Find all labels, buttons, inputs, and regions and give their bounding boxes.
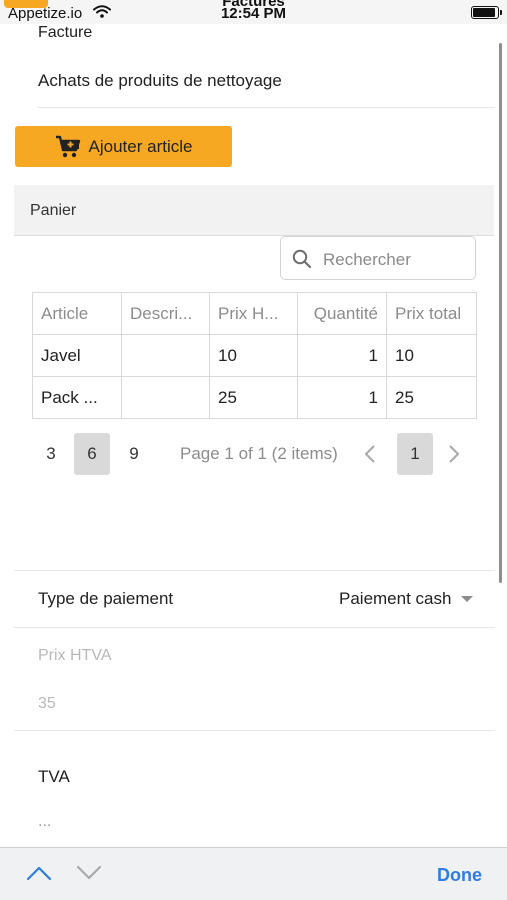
divider [14,730,495,731]
page-size-9[interactable]: 9 [116,433,152,475]
column-header-prix-total[interactable]: Prix total [386,292,477,335]
clock: 12:54 PM [220,5,287,22]
facture-label: Facture [38,24,93,41]
cart-table: Article Descri... Prix H... Quantité Pri… [32,292,477,419]
chevron-right-icon [449,445,460,463]
divider [38,107,495,108]
column-header-article[interactable]: Article [32,292,122,335]
battery-icon [471,6,502,19]
column-header-prix-htva[interactable]: Prix H... [209,292,298,335]
current-page-button[interactable]: 1 [397,433,433,475]
divider [14,570,495,571]
search-input[interactable]: Rechercher [280,236,476,280]
column-header-quantite[interactable]: Quantité [297,292,387,335]
cell-prix-total: 25 [386,376,477,419]
payment-type-label: Type de paiement [38,589,174,608]
search-icon [292,249,312,269]
table-header-row: Article Descri... Prix H... Quantité Pri… [32,292,477,335]
prix-htva-label: Prix HTVA [38,647,112,664]
tva-label: TVA [38,767,70,786]
divider [14,627,495,628]
cell-prix-total: 10 [386,334,477,377]
chevron-left-icon [364,445,375,463]
cell-description [121,334,210,377]
scroll-indicator[interactable] [499,43,502,583]
facture-input[interactable]: Achats de produits de nettoyage [38,71,282,91]
table-row[interactable]: Pack ... 25 1 25 [32,376,477,419]
payment-type-select[interactable]: Paiement cash [339,589,451,609]
search-placeholder: Rechercher [323,250,411,269]
cell-quantite: 1 [297,334,387,377]
prix-htva-value: 35 [38,695,56,712]
cell-prix-htva: 25 [209,376,298,419]
status-bar: Factures Appetize.io 12:54 PM [0,0,507,24]
column-header-description[interactable]: Descri... [121,292,210,335]
cell-article: Javel [32,334,122,377]
chevron-down-icon[interactable] [76,865,102,881]
tva-input[interactable]: ... [38,813,51,831]
add-article-button[interactable]: Ajouter article [15,126,232,167]
page-size-3[interactable]: 3 [33,433,69,475]
cell-description [121,376,210,419]
keyboard-toolbar: Done [0,847,507,900]
cell-quantite: 1 [297,376,387,419]
page-size-6[interactable]: 6 [74,433,110,475]
cell-article: Pack ... [32,376,122,419]
cart-add-icon [55,135,80,157]
chevron-up-icon[interactable] [26,865,52,881]
table-row[interactable]: Javel 10 1 10 [32,334,477,377]
done-button[interactable]: Done [437,865,482,886]
panier-header: Panier [14,185,494,236]
add-article-label: Ajouter article [88,136,193,156]
page-info: Page 1 of 1 (2 items) [180,444,338,463]
prev-page-button[interactable] [356,433,384,475]
battery-level [473,8,495,17]
next-page-button[interactable] [440,433,468,475]
panier-title: Panier [30,202,77,219]
dropdown-caret-icon[interactable] [461,596,473,602]
cell-prix-htva: 10 [209,334,298,377]
